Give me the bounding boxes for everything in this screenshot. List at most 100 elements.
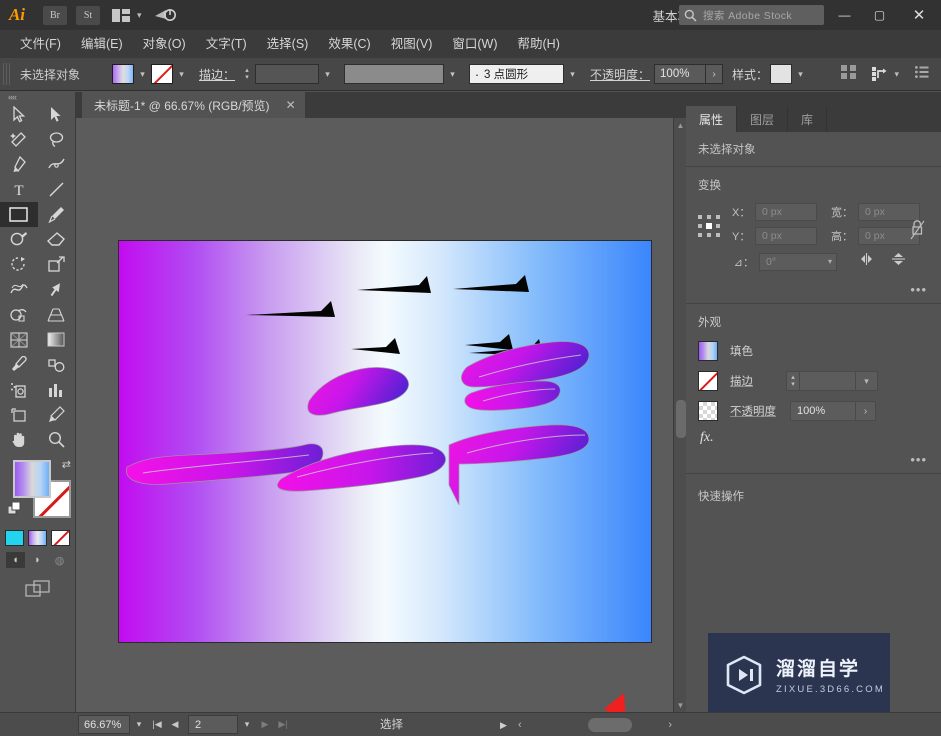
opacity-popup-arrow-icon[interactable]: › [706, 64, 724, 84]
transform-more-options-icon[interactable]: ••• [686, 280, 941, 303]
menu-type[interactable]: 文字(T) [196, 30, 257, 58]
draw-inside-icon[interactable]: ◍ [50, 552, 69, 568]
rotate-tool[interactable] [0, 252, 38, 277]
last-artboard-button[interactable]: ▶| [274, 715, 292, 734]
magic-wand-tool[interactable] [0, 127, 38, 152]
menu-window[interactable]: 窗口(W) [442, 30, 507, 58]
shaper-tool[interactable] [0, 227, 38, 252]
maximize-button[interactable]: ▢ [862, 0, 897, 30]
close-icon[interactable]: ✕ [286, 98, 296, 112]
free-transform-tool[interactable] [38, 277, 76, 302]
draw-normal-icon[interactable]: ◖ [6, 552, 25, 568]
stroke-color-swatch[interactable] [151, 64, 173, 84]
width-tool[interactable] [0, 277, 38, 302]
add-effect-button[interactable]: fx. [686, 426, 941, 450]
mesh-tool[interactable] [0, 327, 38, 352]
slice-tool[interactable] [38, 402, 76, 427]
artboard-number-input[interactable]: 2 [188, 715, 238, 734]
stock-search-input[interactable]: 搜索 Adobe Stock [679, 5, 824, 25]
stroke-chevron-down-icon[interactable]: ▾ [173, 64, 190, 84]
stroke-weight-chevron-down-icon[interactable]: ▾ [319, 64, 336, 84]
bridge-icon[interactable]: Br [43, 5, 67, 25]
blend-tool[interactable] [38, 352, 76, 377]
stock-icon[interactable]: St [76, 5, 100, 25]
constrain-proportions-icon[interactable] [910, 219, 925, 246]
scroll-right-arrow-icon[interactable]: › [668, 716, 672, 734]
opacity-input[interactable]: 100% [654, 64, 707, 84]
flip-horizontal-icon[interactable] [859, 252, 876, 271]
swap-fill-stroke-icon[interactable]: ⇄ [62, 458, 71, 471]
stroke-weight-input[interactable] [255, 64, 320, 84]
curvature-tool[interactable] [38, 152, 76, 177]
stroke-profile-select[interactable] [344, 64, 445, 84]
menu-view[interactable]: 视图(V) [381, 30, 443, 58]
line-segment-tool[interactable] [38, 177, 76, 202]
paintbrush-tool[interactable] [38, 202, 76, 227]
draw-behind-icon[interactable]: ◗ [28, 552, 47, 568]
pen-tool[interactable] [0, 152, 38, 177]
appearance-more-options-icon[interactable]: ••• [686, 450, 941, 473]
flip-vertical-icon[interactable] [890, 251, 907, 272]
menu-effect[interactable]: 效果(C) [318, 30, 380, 58]
artboard[interactable] [118, 240, 652, 643]
screen-mode-button[interactable] [0, 580, 75, 598]
minimize-button[interactable]: — [827, 0, 862, 30]
selection-tool[interactable] [0, 102, 38, 127]
hand-tool[interactable] [0, 427, 38, 452]
rectangle-tool[interactable] [0, 202, 38, 227]
fill-chevron-down-icon[interactable]: ▾ [134, 64, 151, 84]
type-tool[interactable]: T [0, 177, 38, 202]
vertical-scroll-thumb[interactable] [676, 400, 686, 438]
perspective-grid-tool[interactable] [38, 302, 76, 327]
lasso-tool[interactable] [38, 127, 76, 152]
gradient-swatch[interactable] [28, 530, 47, 546]
horizontal-scrollbar[interactable]: ▶ ‹ › [500, 716, 672, 734]
eyedropper-tool[interactable] [0, 352, 38, 377]
y-input[interactable]: 0 px [755, 227, 817, 245]
next-artboard-button[interactable]: ▶ [256, 715, 274, 734]
appearance-stroke-weight-input[interactable] [800, 371, 856, 391]
zoom-chevron-down-icon[interactable]: ▾ [130, 715, 148, 734]
canvas-vertical-scrollbar[interactable]: ▲ ▼ [673, 118, 686, 712]
fill-color-swatch[interactable] [112, 64, 134, 84]
column-graph-tool[interactable] [38, 377, 76, 402]
eraser-tool[interactable] [38, 227, 76, 252]
scroll-left-arrow-icon[interactable]: ‹ [518, 716, 522, 734]
tab-layers[interactable]: 图层 [737, 106, 789, 132]
status-play-icon[interactable]: ▶ [500, 716, 507, 734]
menu-select[interactable]: 选择(S) [257, 30, 319, 58]
solid-color-swatch[interactable] [5, 530, 24, 546]
canvas-area[interactable]: ▲ ▼ [76, 118, 686, 736]
arrange-objects-icon[interactable]: ▾ [872, 67, 899, 81]
reference-point-selector[interactable] [698, 215, 720, 242]
tools-panel-handle[interactable]: «« [0, 92, 75, 102]
zoom-tool[interactable] [38, 427, 76, 452]
shape-builder-tool[interactable] [0, 302, 38, 327]
appearance-fill-swatch[interactable] [698, 341, 718, 361]
options-bar-grip[interactable] [3, 63, 12, 85]
first-artboard-button[interactable]: |◀ [148, 715, 166, 734]
tab-properties[interactable]: 属性 [686, 106, 738, 132]
zoom-level-input[interactable]: 66.67% [78, 715, 130, 734]
cloud-sync-icon[interactable] [154, 7, 176, 23]
appearance-opacity-swatch[interactable] [698, 401, 718, 421]
arrange-documents-icon[interactable]: ▾ [112, 8, 142, 22]
none-swatch[interactable] [51, 530, 70, 546]
appearance-stroke-swatch[interactable] [698, 371, 718, 391]
default-fill-stroke-icon[interactable] [7, 501, 22, 521]
x-input[interactable]: 0 px [755, 203, 817, 221]
symbol-sprayer-tool[interactable] [0, 377, 38, 402]
appearance-opacity-input[interactable]: 100% [790, 401, 856, 421]
brush-definition-select[interactable]: · 3 点圆形 [469, 64, 565, 84]
more-options-icon[interactable] [915, 65, 929, 83]
horizontal-scroll-track[interactable] [528, 716, 653, 734]
appearance-stroke-chevron-down-icon[interactable]: ▾ [856, 371, 878, 391]
gradient-tool[interactable] [38, 327, 76, 352]
close-button[interactable]: ✕ [897, 0, 941, 30]
style-chevron-down-icon[interactable]: ▾ [792, 64, 809, 84]
menu-object[interactable]: 对象(O) [133, 30, 196, 58]
artboard-tool[interactable] [0, 402, 38, 427]
stroke-profile-chevron-down-icon[interactable]: ▾ [444, 64, 461, 84]
menu-file[interactable]: 文件(F) [10, 30, 71, 58]
menu-edit[interactable]: 编辑(E) [71, 30, 133, 58]
